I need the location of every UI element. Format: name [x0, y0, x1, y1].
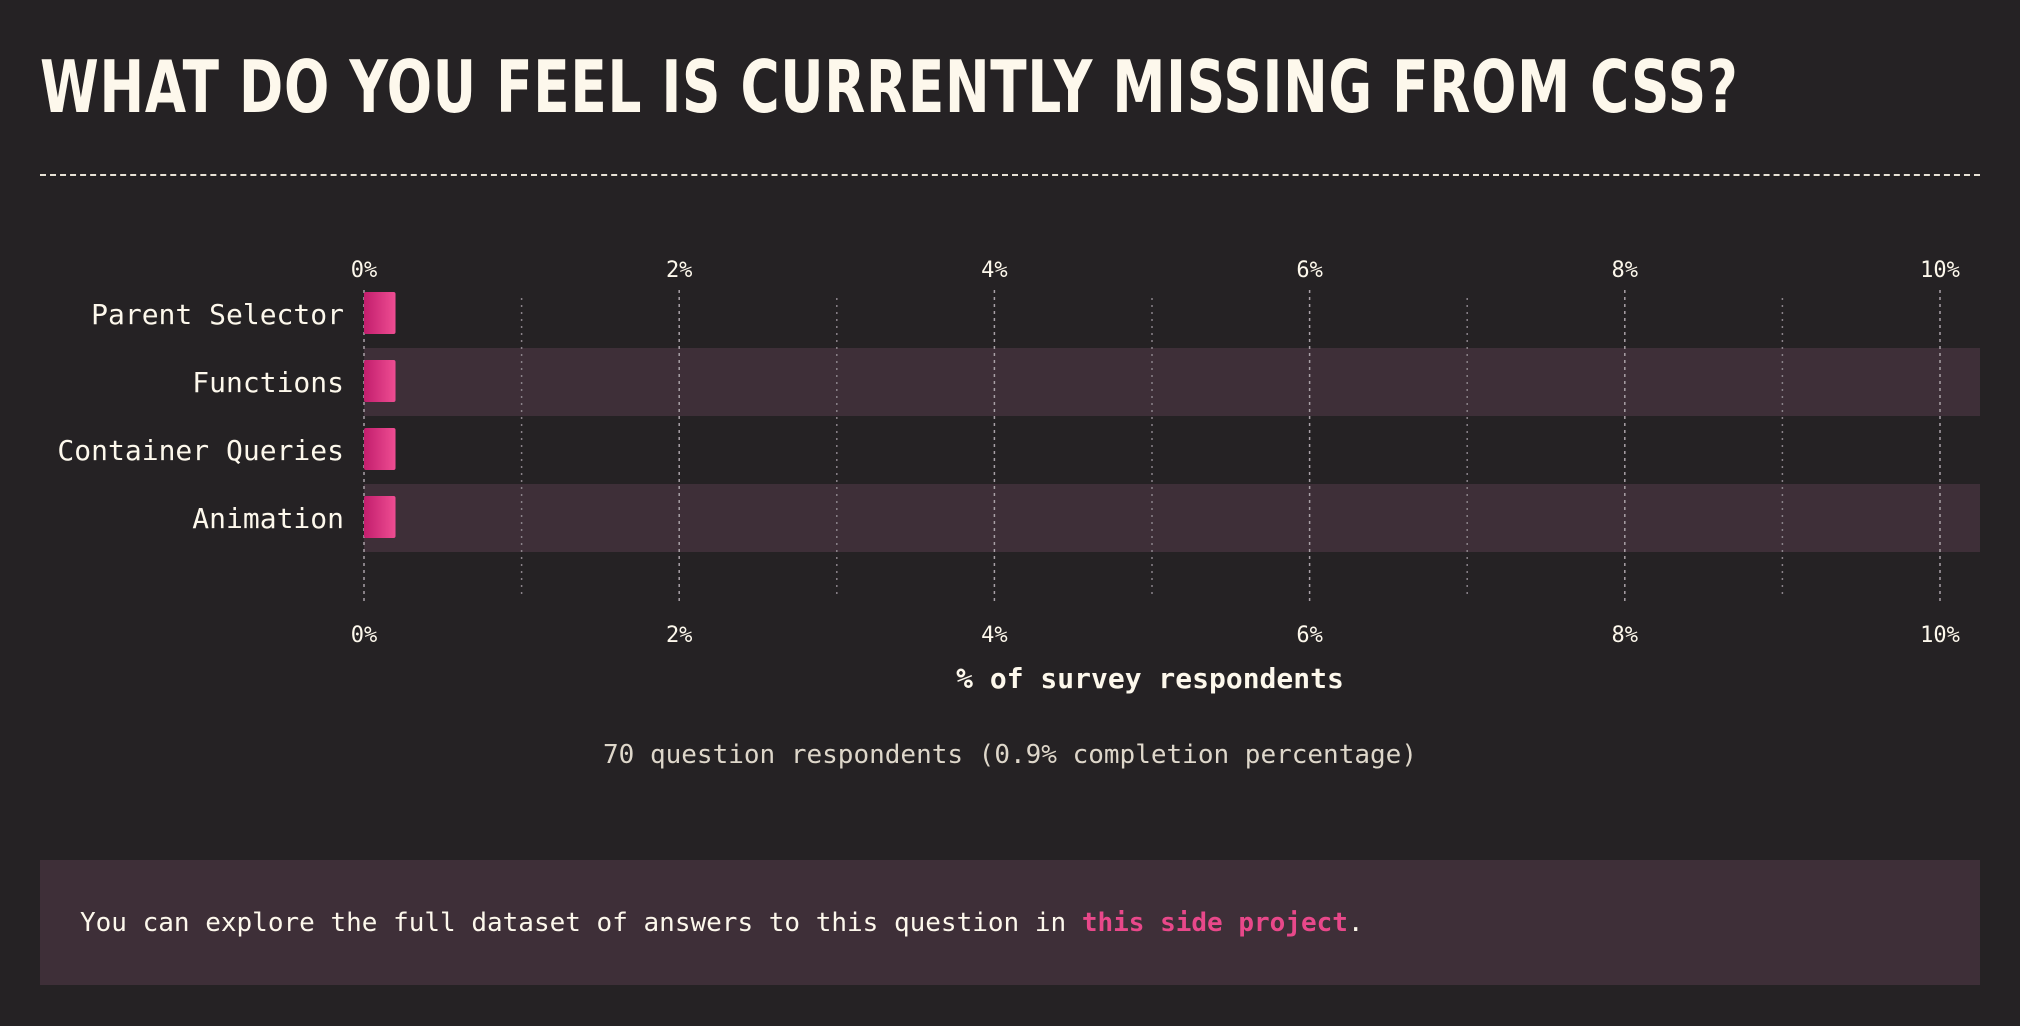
x-tick-label-top: 2%	[666, 258, 693, 283]
x-tick-label-top: 4%	[981, 258, 1008, 283]
x-tick-label-top: 10%	[1920, 258, 1960, 283]
x-tick-label-bottom: 0%	[351, 623, 378, 648]
dataset-callout: You can explore the full dataset of answ…	[40, 860, 1980, 985]
bar-parent-selector	[364, 292, 396, 334]
side-project-link[interactable]: this side project	[1082, 908, 1348, 938]
x-tick-label-bottom: 6%	[1296, 623, 1323, 648]
row-band	[364, 484, 1980, 552]
category-label: Parent Selector	[91, 298, 344, 331]
bar-animation	[364, 496, 396, 538]
row-band	[364, 348, 1980, 416]
category-label: Animation	[192, 502, 344, 535]
x-tick-label-bottom: 4%	[981, 623, 1008, 648]
category-label: Container Queries	[57, 434, 344, 467]
x-tick-label-bottom: 10%	[1920, 623, 1960, 648]
respondents-note: 70 question respondents (0.9% completion…	[603, 740, 1417, 770]
callout-text: You can explore the full dataset of answ…	[80, 907, 1082, 938]
x-tick-label-top: 6%	[1296, 258, 1323, 283]
bar-container-queries	[364, 428, 396, 470]
x-tick-label-bottom: 2%	[666, 623, 693, 648]
title-divider	[40, 174, 1980, 176]
callout-suffix: .	[1347, 907, 1364, 938]
x-tick-label-top: 0%	[351, 258, 378, 283]
bar-functions	[364, 360, 396, 402]
page-title: What do you feel is currently missing fr…	[40, 45, 1739, 129]
category-label: Functions	[192, 366, 344, 399]
bar-chart: Parent Selector Functions Container Querie…	[57, 258, 1980, 695]
x-tick-label-top: 8%	[1612, 258, 1639, 283]
x-axis-title: % of survey respondents	[956, 662, 1344, 695]
x-tick-label-bottom: 8%	[1612, 623, 1639, 648]
